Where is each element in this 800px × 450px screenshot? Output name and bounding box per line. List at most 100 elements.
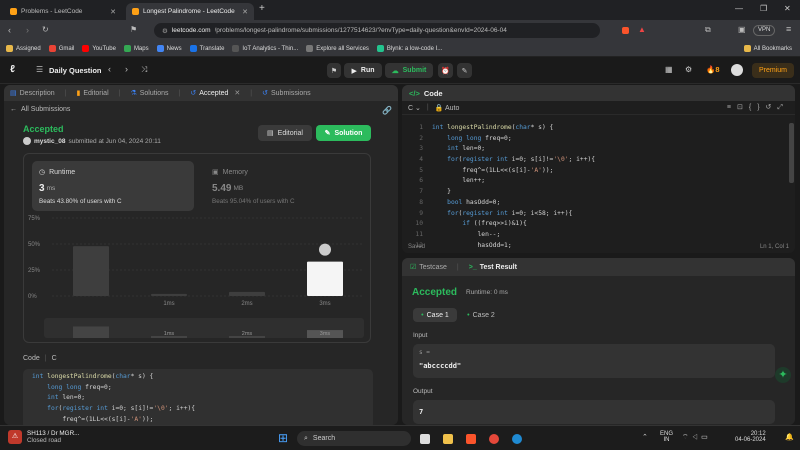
ai-assistant-icon[interactable]: ✦: [775, 367, 791, 383]
back-arrow-icon[interactable]: ‹: [8, 25, 11, 35]
premium-button[interactable]: Premium: [752, 63, 794, 78]
all-bookmarks[interactable]: All Bookmarks: [743, 45, 792, 52]
tab-testcase[interactable]: ☑ Testcase: [410, 263, 447, 272]
bookmark-news[interactable]: News: [156, 45, 182, 52]
tab-submissions[interactable]: ↺ Submissions: [262, 89, 311, 98]
username[interactable]: mystic_08: [34, 138, 65, 145]
browser-tab-problems[interactable]: Problems - LeetCode ✕: [4, 3, 122, 20]
close-tab-icon[interactable]: ✕: [110, 8, 116, 16]
bookmark-assigned[interactable]: Assigned: [6, 45, 41, 52]
tab-accepted[interactable]: ↺ Accepted ✕: [190, 89, 240, 98]
windows-start-icon[interactable]: ⊞: [278, 431, 288, 445]
code-line[interactable]: }: [432, 187, 595, 198]
bookmark-explore[interactable]: Explore all Services: [306, 45, 369, 52]
code-line[interactable]: int len=0;: [32, 393, 364, 404]
notification-bell-icon[interactable]: 🔔: [785, 433, 794, 441]
daily-question-title[interactable]: Daily Question: [49, 66, 102, 75]
bookmark-youtube[interactable]: YouTube: [82, 45, 116, 52]
tab-description[interactable]: ▤ Description: [10, 89, 55, 98]
clock[interactable]: 20:12 04-06-2024: [735, 431, 766, 443]
system-tray-icons[interactable]: ⌔◁▭: [682, 433, 711, 442]
tab-test-result[interactable]: >_ Test Result: [469, 264, 517, 271]
bookmark-blynk[interactable]: Blynk: a low-code I...: [376, 45, 442, 52]
extensions-icon[interactable]: ⧉: [705, 25, 711, 35]
file-explorer-icon[interactable]: [443, 434, 453, 444]
bookmark-iot[interactable]: IoT Analytics - Thin...: [232, 45, 298, 52]
all-submissions-link[interactable]: ← All Submissions: [10, 106, 70, 113]
editorial-button[interactable]: ▤ Editorial: [258, 125, 312, 141]
run-button[interactable]: ▶ Run: [344, 63, 382, 78]
avatar[interactable]: [731, 64, 743, 76]
bookmark-page-icon[interactable]: ⚑: [130, 25, 137, 34]
menu-icon[interactable]: ≡: [786, 24, 791, 34]
tab-editorial[interactable]: ▮ Editorial: [76, 89, 108, 98]
editor-actions[interactable]: ≡⊡{}↺⤢: [727, 103, 789, 112]
prev-problem-icon[interactable]: ‹: [108, 64, 111, 74]
wallet-icon[interactable]: ▣: [738, 25, 746, 34]
close-tab-icon[interactable]: ✕: [242, 8, 248, 16]
memory-box[interactable]: ▣ Memory 5.49 MB Beats 95.04% of users wit…: [208, 161, 364, 211]
notes-icon[interactable]: ✎: [457, 63, 472, 78]
autocomplete-toggle[interactable]: 🔒 Auto: [435, 104, 460, 112]
bookmark-translate[interactable]: Translate: [189, 45, 224, 52]
submit-button[interactable]: ☁ Submit: [385, 63, 433, 78]
code-line[interactable]: int longestPalindrome(char* s) {: [32, 372, 364, 383]
shuffle-icon[interactable]: ⤨: [141, 65, 147, 75]
browser-tab-longest-palindrome[interactable]: Longest Palindrome - LeetCode ✕: [126, 3, 254, 20]
close-tab-icon[interactable]: ✕: [234, 89, 240, 97]
output-box[interactable]: 7: [413, 400, 775, 424]
leetcode-logo-icon[interactable]: ℓ: [10, 64, 15, 75]
language-select[interactable]: C ⌄: [408, 104, 421, 112]
solution-button[interactable]: ✎ Solution: [316, 125, 371, 141]
url-field[interactable]: ⚙ leetcode.com/problems/longest-palindro…: [154, 23, 600, 38]
code-line[interactable]: for(register int i=0; i<58; i++){: [432, 209, 595, 220]
bookmark-gmail[interactable]: Gmail: [48, 45, 74, 52]
share-link-icon[interactable]: 🔗: [382, 106, 392, 115]
chevron-up-icon[interactable]: ⌃: [642, 433, 648, 441]
code-editor-text[interactable]: int longestPalindrome(char* s) { long lo…: [428, 123, 595, 249]
close-window-button[interactable]: ✕: [784, 4, 791, 13]
code-line[interactable]: bool hasOdd=0;: [432, 198, 595, 209]
code-line[interactable]: for(register int i=0; s[i]!='\0'; i++){: [32, 404, 364, 415]
code-line[interactable]: freq^=(1LL<<(s[i]-'A'));: [432, 166, 595, 177]
streak-counter[interactable]: 🔥8: [706, 65, 720, 74]
settings-gear-icon[interactable]: ⚙: [685, 65, 692, 74]
submitted-code-block[interactable]: int longestPalindrome(char* s) { long lo…: [23, 369, 373, 425]
bookmark-maps[interactable]: Maps: [123, 45, 149, 52]
debug-button[interactable]: ⚑: [327, 63, 341, 78]
editor-body[interactable]: 1 2 3 4 5 6 7 8 9 10 11 12 int longestPalindrome(ch…: [402, 123, 787, 249]
brave-browser-icon[interactable]: [466, 434, 476, 444]
forward-arrow-icon[interactable]: ›: [26, 25, 29, 35]
taskbar-search[interactable]: ⌕ Search: [297, 431, 411, 446]
code-line[interactable]: freq^=(1LL<<(s[i]-'A'));: [32, 415, 364, 425]
new-tab-button[interactable]: +: [259, 3, 265, 14]
problem-list-icon[interactable]: ☰: [36, 65, 43, 74]
news-widget[interactable]: ⚠ SH113 / Dr MGR... Closed road: [8, 430, 79, 444]
next-problem-icon[interactable]: ›: [125, 64, 128, 74]
maximize-button[interactable]: ❐: [760, 4, 767, 13]
brave-rewards-icon[interactable]: ▲: [638, 25, 646, 34]
code-line[interactable]: int len=0;: [432, 144, 595, 155]
vpn-button[interactable]: VPN: [753, 25, 776, 36]
edge-icon[interactable]: [512, 434, 522, 444]
layout-icon[interactable]: ▦: [665, 65, 673, 74]
code-line[interactable]: len--;: [432, 230, 595, 241]
code-line[interactable]: long long freq=0;: [32, 383, 364, 394]
reload-icon[interactable]: ↻: [42, 25, 49, 34]
code-line[interactable]: if ((freq>>i)&1){: [432, 219, 595, 230]
case-1-tab[interactable]: • Case 1: [413, 308, 457, 322]
code-line[interactable]: long long freq=0;: [432, 134, 595, 145]
code-line[interactable]: int longestPalindrome(char* s) {: [432, 123, 595, 134]
tab-solutions[interactable]: ⚗ Solutions: [130, 89, 168, 98]
minimize-button[interactable]: —: [735, 4, 743, 13]
chrome-icon[interactable]: [489, 434, 499, 444]
case-2-tab[interactable]: • Case 2: [462, 308, 500, 322]
code-line[interactable]: len++;: [432, 176, 595, 187]
task-view-icon[interactable]: [420, 434, 430, 444]
runtime-box[interactable]: ◷ Runtime 3 ms Beats 43.80% of users with …: [32, 161, 194, 211]
brave-shield-icon[interactable]: [622, 27, 629, 34]
language-indicator[interactable]: ENG IN: [660, 431, 673, 443]
site-info-icon[interactable]: ⚙: [162, 27, 168, 35]
code-line[interactable]: for(register int i=0; s[i]!='\0'; i++){: [432, 155, 595, 166]
input-box[interactable]: s = "abccccdd": [413, 344, 775, 378]
